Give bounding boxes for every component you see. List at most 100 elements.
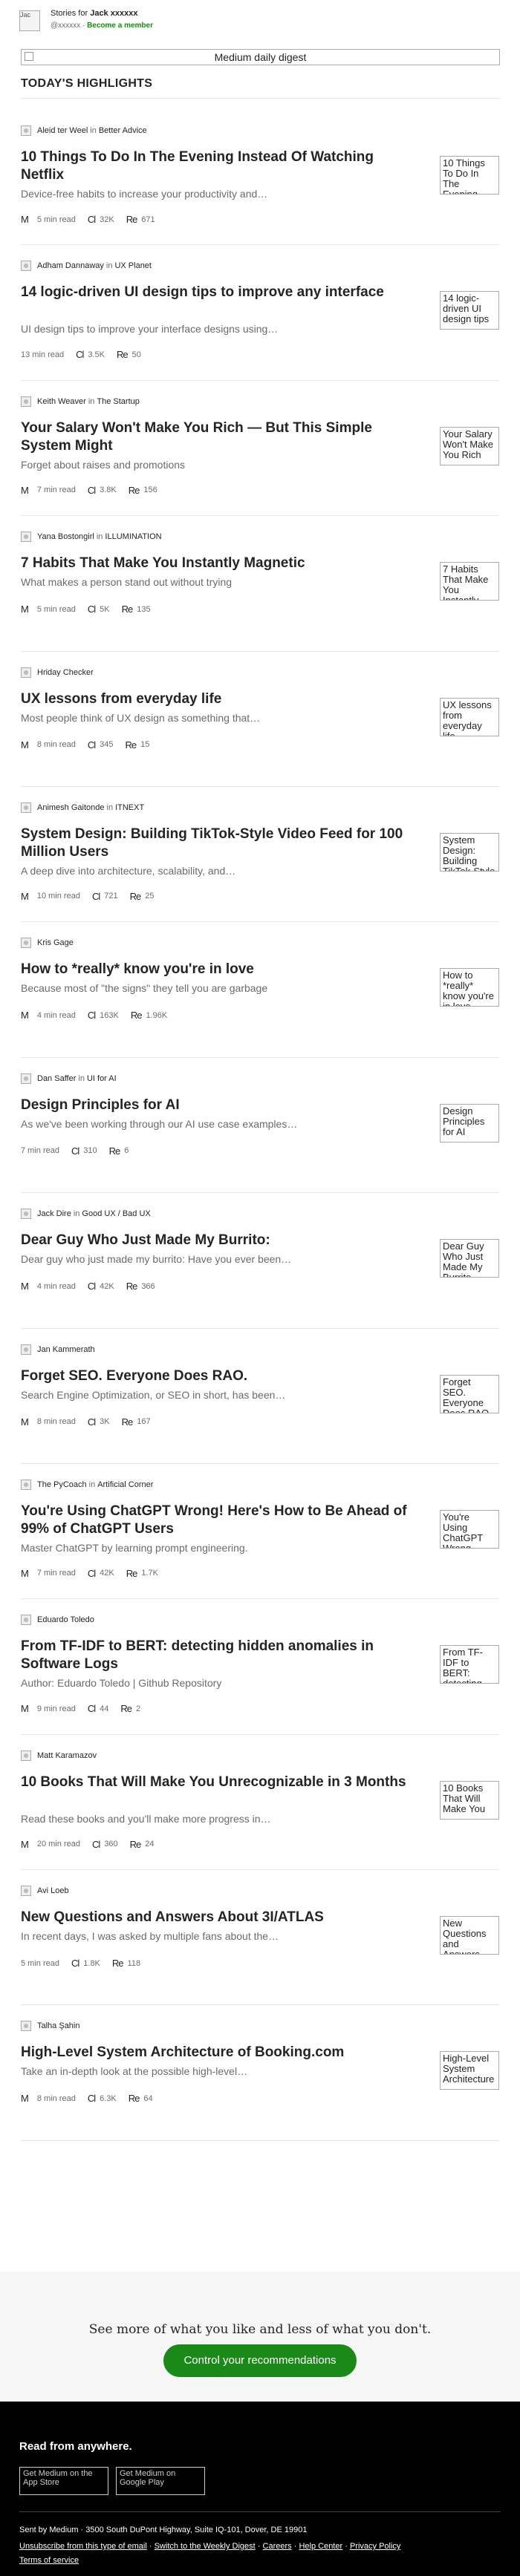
- article-title[interactable]: High-Level System Architecture of Bookin…: [21, 2044, 407, 2062]
- article-subtitle[interactable]: What makes a person stand out without tr…: [21, 575, 407, 589]
- article-thumbnail[interactable]: You're Using ChatGPT Wrong: [440, 1509, 499, 1549]
- user-avatar[interactable]: Jac: [19, 10, 40, 31]
- article-publication[interactable]: The Startup: [97, 397, 139, 406]
- article-title[interactable]: How to *really* know you're in love: [21, 961, 407, 978]
- article-title[interactable]: You're Using ChatGPT Wrong! Here's How t…: [21, 1503, 407, 1538]
- article-thumbnail[interactable]: High-Level System Architecture: [440, 2051, 499, 2090]
- author-avatar[interactable]: [21, 532, 31, 543]
- article-thumbnail[interactable]: Your Salary Won't Make You Rich: [440, 426, 499, 465]
- article-thumbnail[interactable]: 10 Books That Will Make You: [440, 1780, 499, 1820]
- unsubscribe-link[interactable]: Unsubscribe from this type of email: [19, 2542, 147, 2551]
- article-thumbnail[interactable]: 14 logic-driven UI design tips: [440, 291, 499, 330]
- article-card[interactable]: Eduardo Toledo From TF-IDF to BERT: dete…: [21, 1599, 499, 1735]
- author-avatar[interactable]: [21, 1750, 31, 1761]
- article-thumbnail[interactable]: Dear Guy Who Just Made My Burrito: [440, 1239, 499, 1278]
- article-thumbnail[interactable]: New Questions and Answers: [440, 1916, 499, 1955]
- article-title[interactable]: System Design: Building TikTok-Style Vid…: [21, 826, 407, 861]
- article-author[interactable]: Kris Gage: [37, 938, 74, 947]
- article-card[interactable]: Kris Gage How to *really* know you're in…: [21, 922, 499, 1058]
- author-avatar[interactable]: [21, 2021, 31, 2032]
- article-subtitle[interactable]: Search Engine Optimization, or SEO in sh…: [21, 1388, 407, 1402]
- digest-banner-image[interactable]: Medium daily digest: [21, 49, 500, 65]
- article-thumbnail[interactable]: How to *really* know you're in love: [440, 968, 499, 1007]
- article-subtitle[interactable]: Master ChatGPT by learning prompt engine…: [21, 1541, 407, 1555]
- author-avatar[interactable]: [21, 1344, 31, 1355]
- article-title[interactable]: 7 Habits That Make You Instantly Magneti…: [21, 555, 407, 572]
- article-thumbnail[interactable]: 7 Habits That Make You Instantly Magneti…: [440, 562, 499, 601]
- author-avatar[interactable]: [21, 1886, 31, 1897]
- article-title[interactable]: 14 logic-driven UI design tips to improv…: [21, 284, 407, 301]
- weekly-digest-link[interactable]: Switch to the Weekly Digest: [155, 2542, 256, 2551]
- article-subtitle[interactable]: Read these books and you'll make more pr…: [21, 1812, 407, 1825]
- author-avatar[interactable]: [21, 1615, 31, 1626]
- article-card[interactable]: Avi Loeb New Questions and Answers About…: [21, 1870, 499, 2006]
- article-subtitle[interactable]: Dear guy who just made my burrito: Have …: [21, 1252, 407, 1266]
- privacy-policy-link[interactable]: Privacy Policy: [350, 2542, 400, 2551]
- article-author[interactable]: Adham Dannaway: [37, 261, 104, 270]
- article-title[interactable]: From TF-IDF to BERT: detecting hidden an…: [21, 1638, 407, 1673]
- author-avatar[interactable]: [21, 938, 31, 949]
- article-publication[interactable]: ITNEXT: [115, 803, 144, 812]
- article-title[interactable]: New Questions and Answers About 3I/ATLAS: [21, 1909, 407, 1926]
- article-title[interactable]: Your Salary Won't Make You Rich — But Th…: [21, 419, 407, 455]
- article-author[interactable]: Jack Dire: [37, 1209, 71, 1218]
- article-author[interactable]: The PyCoach: [37, 1480, 87, 1489]
- article-card[interactable]: Dan Saffer in UI for AI Design Principles …: [21, 1058, 499, 1194]
- author-avatar[interactable]: [21, 1479, 31, 1490]
- article-subtitle[interactable]: A deep dive into architecture, scalabili…: [21, 864, 407, 877]
- article-card[interactable]: Jack Dire in Good UX / Bad UX Dear Guy Who…: [21, 1193, 499, 1329]
- article-card[interactable]: The PyCoach in Artificial Corner You're Us…: [21, 1464, 499, 1600]
- article-author[interactable]: Avi Loeb: [37, 1886, 69, 1895]
- article-title[interactable]: Dear Guy Who Just Made My Burrito:: [21, 1232, 407, 1249]
- author-avatar[interactable]: [21, 125, 31, 136]
- article-author[interactable]: Aleid ter Weel: [37, 126, 88, 135]
- author-avatar[interactable]: [21, 667, 31, 678]
- article-card[interactable]: Matt Karamazov 10 Books That Will Make Y…: [21, 1735, 499, 1871]
- article-thumbnail[interactable]: From TF-IDF to BERT: detecting: [440, 1645, 499, 1684]
- article-publication[interactable]: UI for AI: [87, 1074, 117, 1083]
- article-publication[interactable]: Better Advice: [99, 126, 147, 135]
- terms-of-service-link[interactable]: Terms of service: [19, 2556, 79, 2565]
- article-subtitle[interactable]: Take an in-depth look at the possible hi…: [21, 2065, 407, 2078]
- article-author[interactable]: Keith Weaver: [37, 397, 86, 406]
- article-title[interactable]: UX lessons from everyday life: [21, 690, 407, 708]
- author-avatar[interactable]: [21, 1073, 31, 1084]
- article-card[interactable]: Yana Bostongirl in ILLUMINATION 7 Habits T…: [21, 516, 499, 652]
- help-center-link[interactable]: Help Center: [299, 2542, 342, 2551]
- article-author[interactable]: Eduardo Toledo: [37, 1615, 94, 1624]
- article-title[interactable]: 10 Things To Do In The Evening Instead O…: [21, 148, 407, 184]
- article-card[interactable]: Hriday Checker UX lessons from everyday …: [21, 652, 499, 787]
- article-subtitle[interactable]: Author: Eduardo Toledo | Github Reposito…: [21, 1676, 407, 1690]
- article-publication[interactable]: Artificial Corner: [97, 1480, 153, 1489]
- google-play-badge[interactable]: Get Medium on Google Play: [116, 2467, 205, 2495]
- article-card[interactable]: Adham Dannaway in UX Planet 14 logic-drive…: [21, 245, 499, 381]
- article-title[interactable]: 10 Books That Will Make You Unrecognizab…: [21, 1774, 407, 1791]
- article-subtitle[interactable]: In recent days, I was asked by multiple …: [21, 1929, 407, 1943]
- article-subtitle[interactable]: Because most of "the signs" they tell yo…: [21, 981, 407, 995]
- article-card[interactable]: Talha Şahin High-Level System Architectu…: [21, 2005, 499, 2141]
- article-thumbnail[interactable]: UX lessons from everyday life: [440, 697, 499, 736]
- article-publication[interactable]: Good UX / Bad UX: [82, 1209, 150, 1218]
- article-card[interactable]: Keith Weaver in The Startup Your Salary Wo…: [21, 381, 499, 517]
- article-card[interactable]: Jan Kammerath Forget SEO. Everyone Does …: [21, 1329, 499, 1464]
- careers-link[interactable]: Careers: [263, 2542, 292, 2551]
- article-publication[interactable]: ILLUMINATION: [105, 532, 161, 541]
- article-author[interactable]: Talha Şahin: [37, 2021, 80, 2030]
- article-author[interactable]: Dan Saffer: [37, 1074, 76, 1083]
- article-subtitle[interactable]: As we've been working through our AI use…: [21, 1117, 407, 1131]
- article-title[interactable]: Forget SEO. Everyone Does RAO.: [21, 1367, 407, 1385]
- article-subtitle[interactable]: UI design tips to improve your interface…: [21, 322, 407, 336]
- article-thumbnail[interactable]: 10 Things To Do In The Evening: [440, 156, 499, 194]
- article-author[interactable]: Matt Karamazov: [37, 1751, 97, 1760]
- article-author[interactable]: Animesh Gaitonde: [37, 803, 105, 812]
- article-thumbnail[interactable]: Forget SEO. Everyone Does RAO.: [440, 1374, 499, 1413]
- article-subtitle[interactable]: Device-free habits to increase your prod…: [21, 187, 407, 200]
- author-avatar[interactable]: [21, 396, 31, 407]
- article-publication[interactable]: UX Planet: [114, 261, 152, 270]
- author-avatar[interactable]: [21, 802, 31, 813]
- article-card[interactable]: Animesh Gaitonde in ITNEXT System Design: …: [21, 787, 499, 923]
- article-card[interactable]: Aleid ter Weel in Better Advice 10 Things …: [21, 110, 499, 246]
- article-title[interactable]: Design Principles for AI: [21, 1096, 407, 1114]
- article-author[interactable]: Yana Bostongirl: [37, 532, 94, 541]
- author-avatar[interactable]: [21, 1209, 31, 1220]
